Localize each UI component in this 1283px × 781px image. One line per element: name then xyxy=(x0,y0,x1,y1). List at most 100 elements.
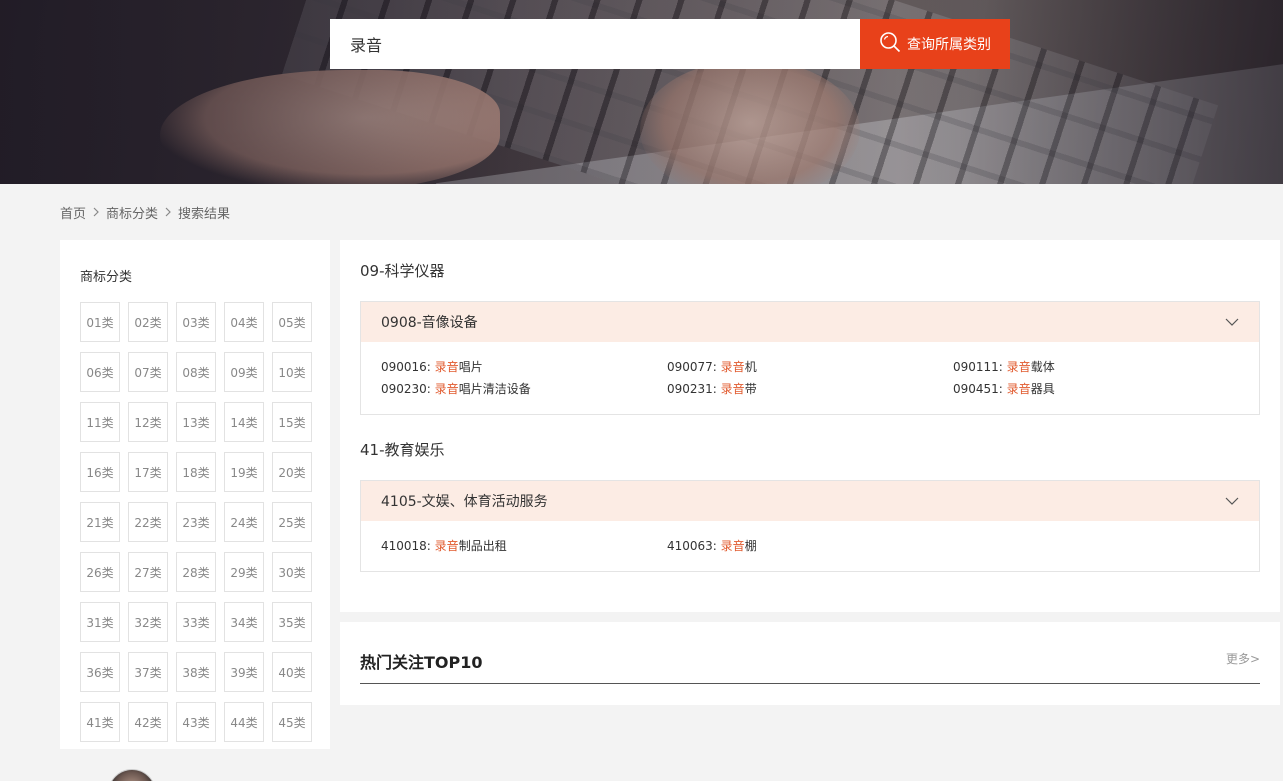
class-cell[interactable]: 15类 xyxy=(272,402,312,442)
category-title: 09-科学仪器 xyxy=(360,262,445,280)
class-cell[interactable]: 32类 xyxy=(128,602,168,642)
group-header[interactable]: 0908-音像设备 xyxy=(361,302,1259,342)
breadcrumb: 首页 商标分类 搜索结果 xyxy=(60,203,230,222)
search-input[interactable] xyxy=(330,19,860,69)
class-cell[interactable]: 07类 xyxy=(128,352,168,392)
item-name: 器具 xyxy=(1030,382,1055,396)
class-cell[interactable]: 30类 xyxy=(272,552,312,592)
item-code: 090451: xyxy=(953,382,1007,396)
class-cell[interactable]: 03类 xyxy=(176,302,216,342)
result-item[interactable]: 090231: 录音带 xyxy=(667,380,953,398)
item-name: 制品出租 xyxy=(458,539,507,553)
item-name: 唱片清洁设备 xyxy=(458,382,531,396)
breadcrumb-current: 搜索结果 xyxy=(178,207,231,222)
class-cell[interactable]: 22类 xyxy=(128,502,168,542)
class-cell[interactable]: 05类 xyxy=(272,302,312,342)
result-item[interactable]: 410063: 录音棚 xyxy=(667,537,953,555)
class-cell[interactable]: 33类 xyxy=(176,602,216,642)
item-keyword: 录音 xyxy=(720,539,745,553)
group-title: 4105-文娱、体育活动服务 xyxy=(381,494,548,510)
result-section: 41-教育娱乐 4105-文娱、体育活动服务 410018: 录音制品出租 410… xyxy=(360,439,1260,572)
class-cell[interactable]: 31类 xyxy=(80,602,120,642)
result-item[interactable]: 410018: 录音制品出租 xyxy=(381,537,667,555)
avatar[interactable] xyxy=(108,769,156,781)
class-cell[interactable]: 19类 xyxy=(224,452,264,492)
search-button-label: 查询所属类别 xyxy=(907,37,991,53)
result-item[interactable]: 090111: 录音载体 xyxy=(953,358,1239,376)
category-title: 41-教育娱乐 xyxy=(360,441,445,459)
class-cell[interactable]: 12类 xyxy=(128,402,168,442)
class-cell[interactable]: 36类 xyxy=(80,652,120,692)
class-cell[interactable]: 17类 xyxy=(128,452,168,492)
item-code: 090016: xyxy=(381,360,435,374)
item-keyword: 录音 xyxy=(1006,382,1031,396)
class-cell[interactable]: 16类 xyxy=(80,452,120,492)
class-cell[interactable]: 14类 xyxy=(224,402,264,442)
class-cell[interactable]: 25类 xyxy=(272,502,312,542)
class-cell[interactable]: 41类 xyxy=(80,702,120,742)
search-icon xyxy=(879,31,901,57)
group-title: 0908-音像设备 xyxy=(381,315,478,331)
item-keyword: 录音 xyxy=(1006,360,1031,374)
chevron-down-icon[interactable] xyxy=(1225,314,1239,330)
class-cell[interactable]: 11类 xyxy=(80,402,120,442)
group-box: 0908-音像设备 090016: 录音唱片 090077: 录音机 090111:… xyxy=(360,301,1260,415)
class-cell[interactable]: 21类 xyxy=(80,502,120,542)
class-cell[interactable]: 24类 xyxy=(224,502,264,542)
item-code: 410063: xyxy=(667,539,721,553)
class-cell[interactable]: 34类 xyxy=(224,602,264,642)
class-cell[interactable]: 37类 xyxy=(128,652,168,692)
search-button[interactable]: 查询所属类别 xyxy=(860,19,1010,69)
class-cell[interactable]: 28类 xyxy=(176,552,216,592)
item-keyword: 录音 xyxy=(720,360,745,374)
hot-title: 热门关注TOP10 xyxy=(360,653,483,672)
class-cell[interactable]: 09类 xyxy=(224,352,264,392)
chevron-right-icon xyxy=(92,206,100,220)
group-items: 410018: 录音制品出租 410063: 录音棚 xyxy=(361,521,1259,571)
class-cell[interactable]: 45类 xyxy=(272,702,312,742)
class-cell[interactable]: 20类 xyxy=(272,452,312,492)
item-keyword: 录音 xyxy=(720,382,745,396)
class-cell[interactable]: 44类 xyxy=(224,702,264,742)
hot-top10-panel: 热门关注TOP10 更多> xyxy=(340,622,1280,705)
group-box: 4105-文娱、体育活动服务 410018: 录音制品出租 410063: 录音棚 xyxy=(360,480,1260,572)
class-cell[interactable]: 08类 xyxy=(176,352,216,392)
sidebar-title: 商标分类 xyxy=(80,270,133,285)
result-item[interactable]: 090230: 录音唱片清洁设备 xyxy=(381,380,667,398)
result-item[interactable]: 090451: 录音器具 xyxy=(953,380,1239,398)
class-cell[interactable]: 39类 xyxy=(224,652,264,692)
class-cell[interactable]: 42类 xyxy=(128,702,168,742)
chevron-down-icon[interactable] xyxy=(1225,493,1239,509)
more-link[interactable]: 更多> xyxy=(1226,650,1260,667)
class-cell[interactable]: 23类 xyxy=(176,502,216,542)
class-cell[interactable]: 06类 xyxy=(80,352,120,392)
item-name: 带 xyxy=(744,382,757,396)
class-cell[interactable]: 02类 xyxy=(128,302,168,342)
class-cell[interactable]: 26类 xyxy=(80,552,120,592)
chevron-right-icon xyxy=(164,206,172,220)
search-bar: 查询所属类别 xyxy=(330,19,1010,69)
item-name: 棚 xyxy=(744,539,757,553)
result-item[interactable]: 090016: 录音唱片 xyxy=(381,358,667,376)
class-cell[interactable]: 10类 xyxy=(272,352,312,392)
breadcrumb-home[interactable]: 首页 xyxy=(60,203,86,222)
class-cell[interactable]: 27类 xyxy=(128,552,168,592)
item-code: 090231: xyxy=(667,382,721,396)
class-cell[interactable]: 13类 xyxy=(176,402,216,442)
class-cell[interactable]: 35类 xyxy=(272,602,312,642)
class-cell[interactable]: 40类 xyxy=(272,652,312,692)
result-item[interactable]: 090077: 录音机 xyxy=(667,358,953,376)
class-cell[interactable]: 01类 xyxy=(80,302,120,342)
breadcrumb-category[interactable]: 商标分类 xyxy=(106,203,158,222)
group-header[interactable]: 4105-文娱、体育活动服务 xyxy=(361,481,1259,521)
item-keyword: 录音 xyxy=(434,539,459,553)
item-code: 090230: xyxy=(381,382,435,396)
class-grid: 01类 02类 03类 04类 05类 06类 07类 08类 09类 10类 11类 12类 13类 1… xyxy=(80,302,312,742)
item-code: 090077: xyxy=(667,360,721,374)
class-cell[interactable]: 04类 xyxy=(224,302,264,342)
item-keyword: 录音 xyxy=(434,360,459,374)
class-cell[interactable]: 29类 xyxy=(224,552,264,592)
class-cell[interactable]: 18类 xyxy=(176,452,216,492)
class-cell[interactable]: 43类 xyxy=(176,702,216,742)
class-cell[interactable]: 38类 xyxy=(176,652,216,692)
